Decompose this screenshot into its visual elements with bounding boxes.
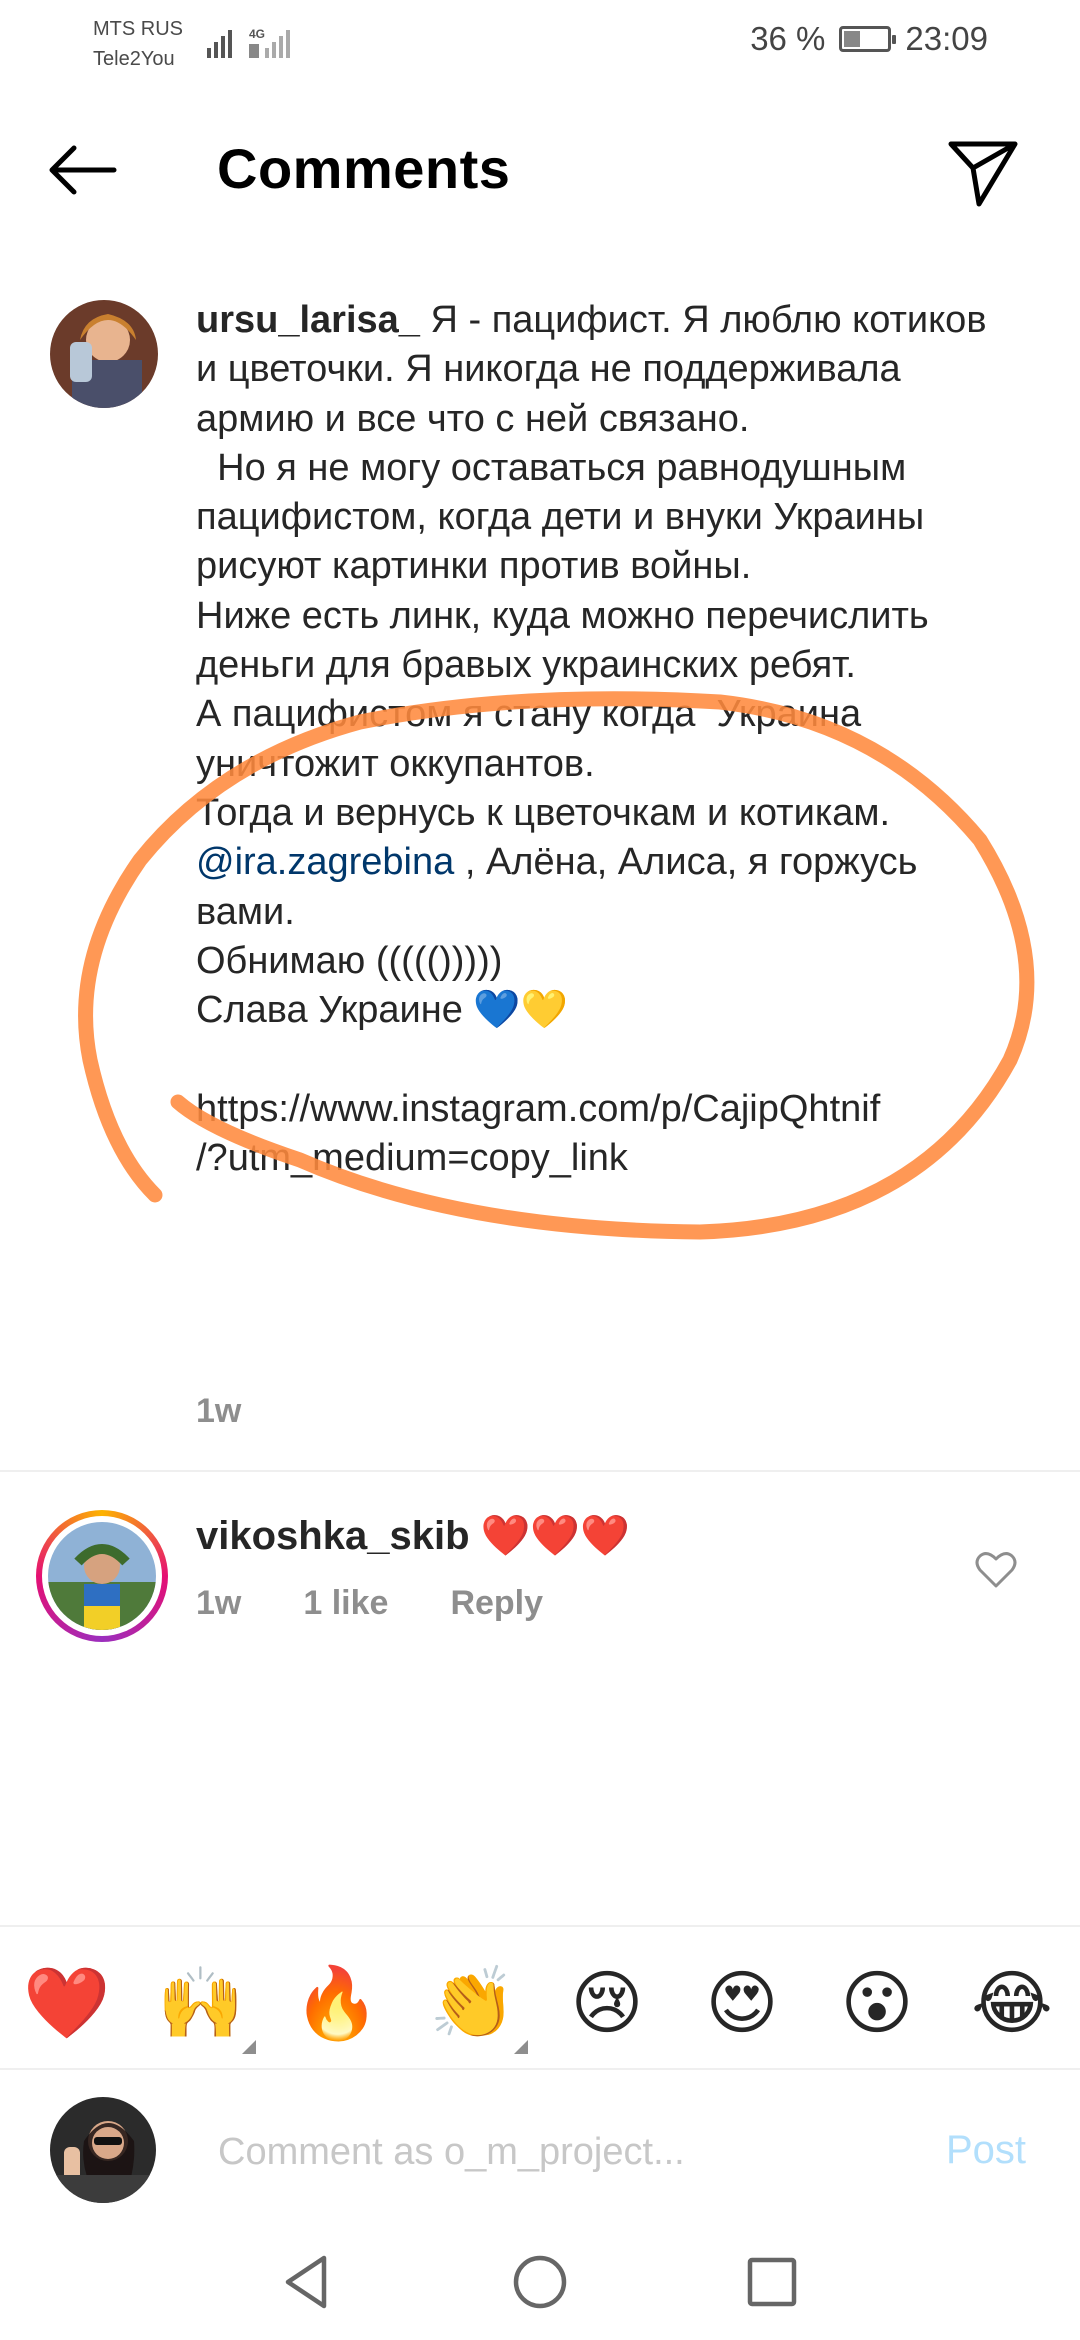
reply-meta: 1w 1 like Reply [196, 1584, 543, 1623]
nav-recents-button[interactable] [740, 2250, 804, 2314]
nav-back-button[interactable] [276, 2250, 340, 2314]
signal-icon: 4G [205, 22, 305, 67]
reply-timestamp: 1w [196, 1584, 242, 1622]
emoji-heart-eyes-button[interactable]: 😍 [697, 1958, 787, 2048]
mention-link[interactable]: @ira.zagrebina [196, 841, 454, 883]
triangle-back-icon [285, 2255, 327, 2309]
skin-tone-indicator [514, 2040, 528, 2054]
status-bar: MTS RUS Tele2You 4G 36 % 23:09 [0, 0, 1080, 90]
emoji-clapping-button[interactable]: 👏 [428, 1958, 528, 2054]
emoji-quick-bar: ❤️ 🙌 🔥 👏 😢 😍 😮 😂 [0, 1930, 1080, 2070]
reply-username[interactable]: vikoshka_skib [196, 1514, 470, 1558]
skin-tone-indicator [242, 2040, 256, 2054]
carrier-1: MTS RUS [93, 18, 183, 40]
carrier-2: Tele2You [93, 48, 175, 70]
page-title: Comments [217, 137, 511, 200]
current-user-avatar [50, 2097, 156, 2203]
caption-author-avatar[interactable] [50, 300, 158, 408]
network-label: 4G [249, 27, 265, 41]
emoji-raising-hands-button[interactable]: 🙌 [156, 1958, 256, 2054]
circle-home-icon [513, 2255, 567, 2309]
divider [0, 2068, 1080, 2070]
reply-button[interactable]: Reply [450, 1584, 543, 1623]
emoji-crying-button[interactable]: 😢 [562, 1958, 652, 2048]
header: Comments [0, 110, 1080, 230]
emoji-heart-button[interactable]: ❤️ [22, 1958, 112, 2048]
reply-body: ❤️❤️❤️ [469, 1514, 631, 1558]
divider [0, 1925, 1080, 1927]
heart-outline-icon [975, 1552, 1017, 1588]
status-right: 36 % 23:09 [750, 20, 988, 58]
emoji-surprised-button[interactable]: 😮 [832, 1958, 922, 2048]
square-recents-icon [747, 2257, 797, 2307]
caption-timestamp: 1w [196, 1392, 242, 1430]
emoji-laughing-button[interactable]: 😂 [967, 1958, 1057, 2048]
reply-author-avatar[interactable] [48, 1522, 156, 1630]
caption-body-2: , Алёна, Алиса, я горжусь вами. Обнимаю … [196, 841, 918, 1180]
caption-body-1: Я - пацифист. Я люблю котиков и цветочки… [196, 299, 987, 834]
reply-likes[interactable]: 1 like [303, 1584, 388, 1623]
like-button[interactable] [975, 1550, 1017, 1590]
divider [0, 1470, 1080, 1472]
share-button[interactable] [945, 134, 1021, 210]
arrow-left-icon [49, 145, 117, 195]
reply-comment: vikoshka_skib ❤️❤️❤️ [196, 1512, 630, 1559]
caption-username[interactable]: ursu_larisa_ [196, 299, 420, 341]
battery-fill [844, 31, 861, 47]
comment-input[interactable] [218, 2122, 898, 2182]
carrier-info: MTS RUS Tele2You [93, 14, 183, 74]
clock: 23:09 [905, 20, 988, 57]
battery-percent: 36 % [750, 20, 826, 57]
system-nav-bar [0, 2220, 1080, 2340]
back-button[interactable] [44, 140, 124, 200]
battery-icon [839, 26, 897, 52]
paper-plane-icon [948, 141, 1018, 207]
emoji-fire-button[interactable]: 🔥 [292, 1958, 382, 2048]
nav-home-button[interactable] [508, 2250, 572, 2314]
caption-comment: ursu_larisa_ Я - пацифист. Я люблю котик… [196, 296, 1016, 1183]
post-button[interactable]: Post [946, 2128, 1026, 2173]
